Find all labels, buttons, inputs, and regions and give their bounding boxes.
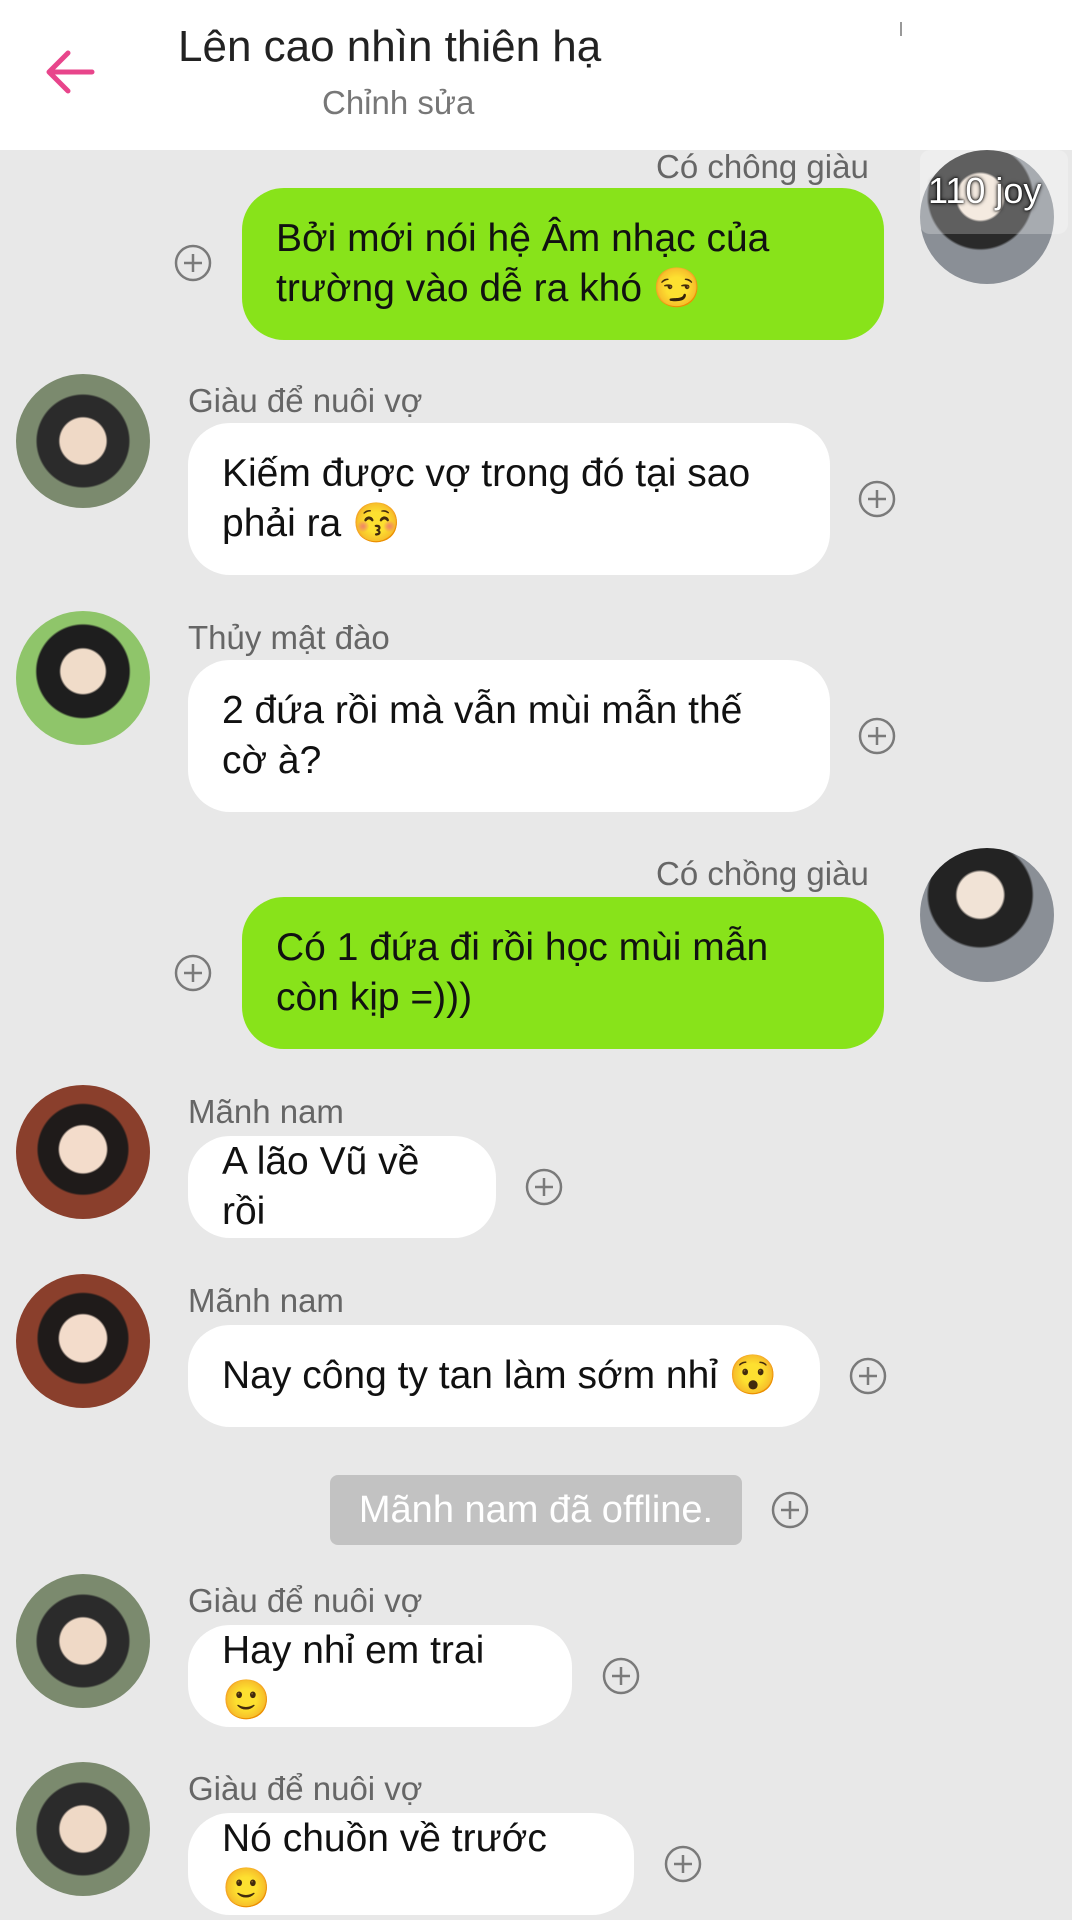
avatar-manh-nam[interactable]	[16, 1085, 150, 1219]
avatar-giau-de-nuoi-vo[interactable]	[16, 374, 150, 508]
message-text: Kiếm được vợ trong đó tại sao phải ra 😚	[222, 452, 751, 545]
message-bubble-incoming[interactable]: Nó chuồn về trước 🙂	[188, 1813, 634, 1915]
message-bubble-incoming[interactable]: 2 đứa rồi mà vẫn mùi mẫn thế cờ à?	[188, 660, 830, 812]
react-plus-icon[interactable]	[524, 1167, 564, 1207]
message-sender: Mãnh nam	[188, 1282, 344, 1319]
message-text: 2 đứa rồi mà vẫn mùi mẫn thế cờ à?	[222, 689, 743, 782]
avatar-manh-nam[interactable]	[16, 1274, 150, 1408]
message-sender: Thủy mật đào	[188, 619, 390, 656]
message-text: Hay nhỉ em trai 🙂	[222, 1629, 485, 1722]
react-plus-icon[interactable]	[857, 716, 897, 756]
avatar-giau-de-nuoi-vo[interactable]	[16, 1574, 150, 1708]
system-offline-notice: Mãnh nam đã offline.	[330, 1475, 742, 1545]
message-sender: Có chồng giàu	[656, 855, 869, 892]
react-plus-icon[interactable]	[770, 1490, 810, 1530]
message-sender: Có chông giàu	[656, 148, 869, 185]
react-plus-icon[interactable]	[173, 953, 213, 993]
react-plus-icon[interactable]	[173, 243, 213, 283]
avatar-giau-de-nuoi-vo[interactable]	[16, 1762, 150, 1896]
message-bubble-incoming[interactable]: Kiếm được vợ trong đó tại sao phải ra 😚	[188, 423, 830, 575]
message-text: A lão Vũ về rồi	[222, 1140, 420, 1233]
react-plus-icon[interactable]	[663, 1844, 703, 1884]
header-divider	[900, 22, 902, 36]
message-sender: Giàu để nuôi vợ	[188, 1770, 423, 1807]
message-sender: Mãnh nam	[188, 1093, 344, 1130]
message-bubble-incoming[interactable]: Nay công ty tan làm sớm nhỉ 😯	[188, 1325, 820, 1427]
message-bubble-incoming[interactable]: Hay nhỉ em trai 🙂	[188, 1625, 572, 1727]
message-sender: Giàu để nuôi vợ	[188, 1582, 423, 1619]
overlay-text: 110 joy	[928, 170, 1042, 211]
avatar-co-chong-giau[interactable]	[920, 848, 1054, 982]
message-text: Có 1 đứa đi rồi học mùi mẫn còn kịp =)))	[276, 926, 769, 1019]
message-sender: Giàu để nuôi vợ	[188, 382, 423, 419]
message-text: Nay công ty tan làm sớm nhỉ 😯	[222, 1354, 778, 1397]
react-plus-icon[interactable]	[601, 1656, 641, 1696]
react-plus-icon[interactable]	[857, 479, 897, 519]
message-bubble-incoming[interactable]: A lão Vũ về rồi	[188, 1136, 496, 1238]
message-text: Bởi mới nói hệ Âm nhạc của trường vào dễ…	[276, 217, 770, 310]
react-plus-icon[interactable]	[848, 1356, 888, 1396]
message-text: Nó chuồn về trước 🙂	[222, 1817, 547, 1910]
message-bubble-outgoing[interactable]: Có 1 đứa đi rồi học mùi mẫn còn kịp =)))	[242, 897, 884, 1049]
edit-link[interactable]: Chỉnh sửa	[322, 84, 474, 122]
back-arrow-icon[interactable]	[38, 40, 102, 104]
message-bubble-outgoing[interactable]: Bởi mới nói hệ Âm nhạc của trường vào dễ…	[242, 188, 884, 340]
chat-header: Lên cao nhìn thiên hạ Chỉnh sửa	[0, 0, 1072, 150]
avatar-thuy-mat-dao[interactable]	[16, 611, 150, 745]
chat-title[interactable]: Lên cao nhìn thiên hạ	[178, 22, 601, 72]
